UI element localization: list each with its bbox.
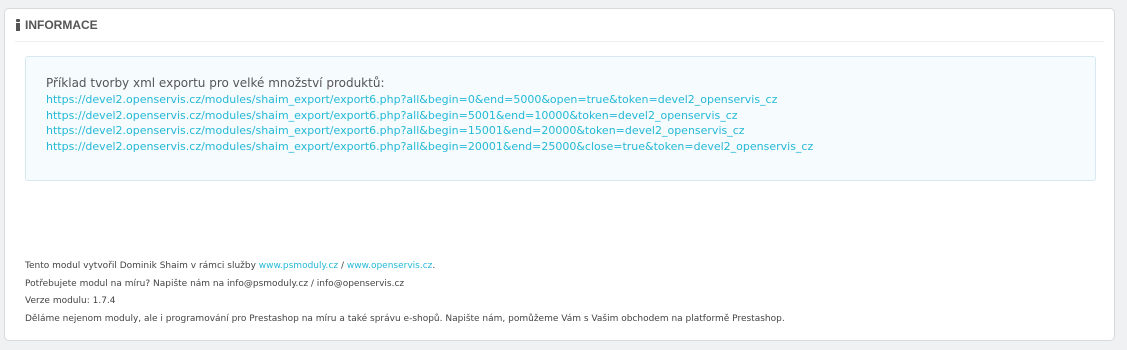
info-icon [15,19,21,31]
credit-prefix: Tento modul vytvořil Dominik Shaim v rám… [25,261,259,271]
module-footer: Tento modul vytvořil Dominik Shaim v rám… [25,258,785,328]
export-link-4[interactable]: https://devel2.openservis.cz/modules/sha… [46,139,1095,155]
panel-heading-title: INFORMACE [25,18,98,32]
credit-suffix: . [432,261,436,271]
psmoduly-link[interactable]: www.psmoduly.cz [259,261,338,271]
openservis-link[interactable]: www.openservis.cz [347,261,433,271]
export-info-alert: Příklad tvorby xml exportu pro velké mno… [25,56,1096,181]
credit-line: Tento modul vytvořil Dominik Shaim v rám… [25,258,785,276]
credit-separator: / [338,261,347,271]
export-link-1[interactable]: https://devel2.openservis.cz/modules/sha… [46,92,1095,108]
export-link-2[interactable]: https://devel2.openservis.cz/modules/sha… [46,108,1095,124]
export-link-3[interactable]: https://devel2.openservis.cz/modules/sha… [46,123,1095,139]
version-line: Verze modulu: 1.7.4 [25,296,116,307]
promo-line: Děláme nejenom moduly, ale i programován… [25,313,785,324]
panel-heading: INFORMACE [15,9,1104,42]
alert-title: Příklad tvorby xml exportu pro velké mno… [46,76,385,90]
info-panel: INFORMACE Příklad tvorby xml exportu pro… [4,8,1115,341]
contact-line: Potřebujete modul na míru? Napište nám n… [25,278,405,289]
